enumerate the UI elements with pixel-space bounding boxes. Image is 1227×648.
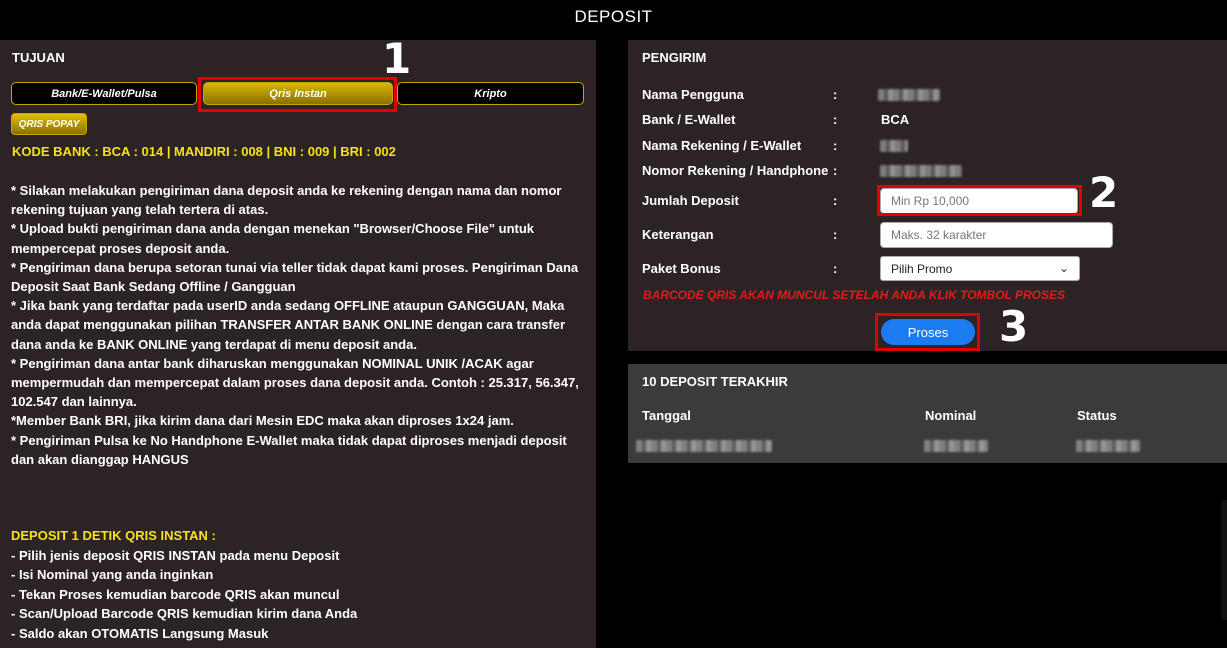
pengirim-heading: PENGIRIM [642, 50, 707, 65]
rule-item: * Pengiriman dana berupa setoran tunai v… [11, 259, 579, 295]
annotation-number-2: 2 [1089, 168, 1119, 217]
page-title: DEPOSIT [574, 7, 653, 26]
chevron-down-icon: ⌄ [1058, 261, 1069, 275]
column-tanggal: Tanggal [642, 408, 691, 423]
colon: : [833, 87, 838, 102]
annotation-box-1 [198, 77, 397, 112]
label-nama-rekening: Nama Rekening / E-Wallet [642, 138, 802, 153]
masked-username [878, 89, 940, 101]
deposit-rules: * Silakan melakukan pengiriman dana depo… [11, 181, 591, 469]
column-nominal: Nominal [925, 408, 977, 423]
annotation-box-3 [875, 313, 980, 351]
rule-item: * Silakan melakukan pengiriman dana depo… [11, 183, 562, 218]
colon: : [833, 193, 838, 208]
qris-popay-button[interactable]: QRIS POPAY [11, 113, 87, 135]
paket-bonus-select[interactable]: Pilih Promo ⌄ [880, 256, 1080, 281]
bank-value: BCA [881, 112, 910, 127]
colon: : [833, 138, 838, 153]
colon: : [833, 227, 838, 242]
rule-item: * Jika bank yang terdaftar pada userID a… [11, 298, 566, 352]
tujuan-heading: TUJUAN [12, 50, 65, 65]
rule-item: * Upload bukti pengiriman dana anda deng… [11, 221, 535, 256]
annotation-number-1: 1 [382, 34, 412, 83]
barcode-notice: BARCODE QRIS AKAN MUNCUL SETELAH ANDA KL… [643, 288, 1066, 302]
qris-step: - Tekan Proses kemudian barcode QRIS aka… [11, 586, 340, 602]
rule-item: * Pengiriman dana antar bank diharuskan … [11, 355, 579, 410]
qris-step: - Saldo akan OTOMATIS Langsung Masuk [11, 625, 269, 641]
deposit-history-panel: 10 DEPOSIT TERAKHIR Tanggal Nominal Stat… [628, 364, 1227, 463]
tab-kripto[interactable]: Kripto [397, 82, 584, 105]
masked-history-date [636, 440, 772, 452]
keterangan-input[interactable]: Maks. 32 karakter [880, 222, 1113, 248]
masked-account-name [880, 140, 908, 152]
qris-steps: - Pilih jenis deposit QRIS INSTAN pada m… [11, 546, 357, 643]
label-paket-bonus: Paket Bonus [642, 261, 721, 276]
tab-bank-ewallet-pulsa[interactable]: Bank/E-Wallet/Pulsa [11, 82, 197, 105]
masked-history-status [1076, 440, 1140, 452]
tujuan-panel: TUJUAN Bank/E-Wallet/Pulsa Qris Instan K… [0, 40, 596, 648]
top-bar: DEPOSIT [0, 0, 1227, 34]
scrollbar[interactable] [1221, 500, 1227, 620]
masked-history-nominal [924, 440, 988, 452]
qris-instan-heading: DEPOSIT 1 DETIK QRIS INSTAN : [11, 528, 216, 543]
label-nomor-rekening: Nomor Rekening / Handphone [642, 163, 829, 178]
rule-item: * Pengiriman Pulsa ke No Handphone E-Wal… [11, 432, 567, 467]
qris-step: - Isi Nominal yang anda inginkan [11, 567, 214, 583]
label-keterangan: Keterangan [642, 227, 714, 242]
masked-account-number [880, 165, 962, 177]
label-bank-ewallet: Bank / E-Wallet [642, 112, 736, 127]
colon: : [833, 261, 838, 276]
paket-bonus-value: Pilih Promo [891, 261, 953, 276]
qris-step: - Pilih jenis deposit QRIS INSTAN pada m… [11, 548, 340, 563]
colon: : [833, 163, 838, 178]
label-jumlah-deposit: Jumlah Deposit [642, 193, 739, 208]
annotation-box-2 [877, 185, 1082, 216]
rule-item: *Member Bank BRI, jika kirim dana dari M… [11, 413, 514, 429]
bank-codes: KODE BANK : BCA : 014 | MANDIRI : 008 | … [12, 144, 396, 159]
label-nama-pengguna: Nama Pengguna [642, 87, 744, 102]
colon: : [833, 112, 838, 127]
history-heading: 10 DEPOSIT TERAKHIR [642, 374, 788, 389]
column-status: Status [1077, 408, 1117, 423]
annotation-number-3: 3 [999, 302, 1029, 351]
qris-step: - Scan/Upload Barcode QRIS kemudian kiri… [11, 606, 358, 622]
